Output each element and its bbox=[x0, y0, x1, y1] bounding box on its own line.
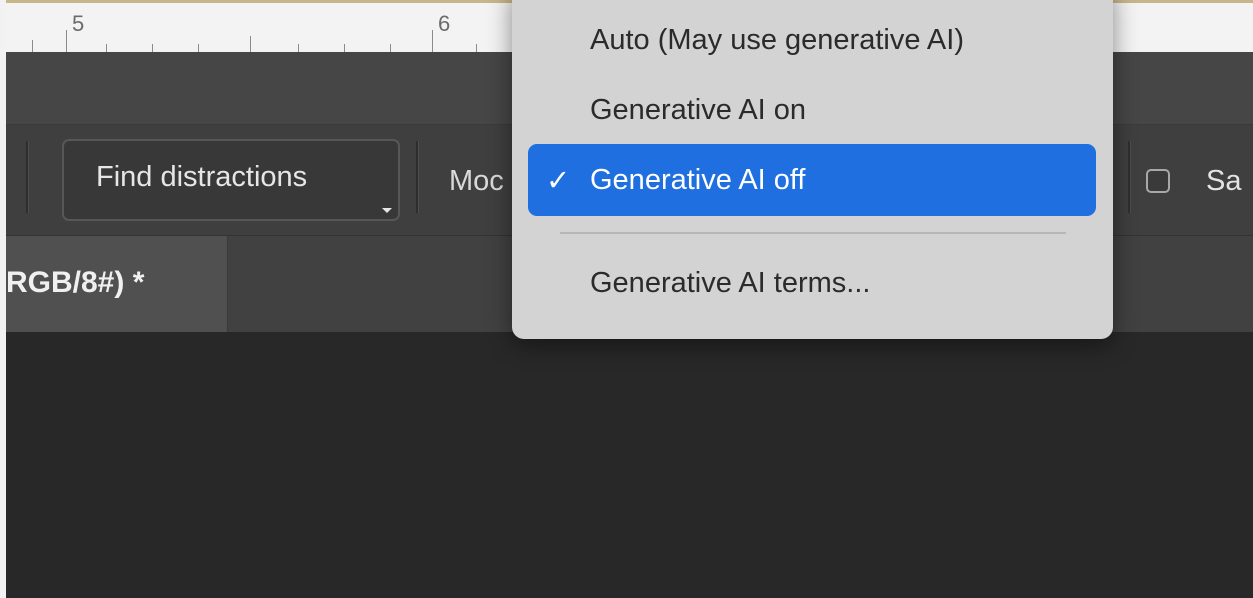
ruler-tick bbox=[32, 40, 33, 52]
ruler-tick bbox=[344, 44, 345, 52]
menu-item-label: Generative AI on bbox=[590, 94, 807, 126]
checkmark-icon: ✓ bbox=[546, 165, 571, 197]
menu-item-generative-ai-off[interactable]: ✓ Generative AI off bbox=[528, 144, 1096, 216]
find-distractions-button[interactable]: Find distractions bbox=[62, 139, 400, 221]
ruler-tick bbox=[390, 44, 391, 52]
options-separator bbox=[416, 141, 419, 213]
document-tab-title: RGB/8#) * bbox=[6, 266, 145, 299]
menu-item-label: Auto (May use generative AI) bbox=[590, 24, 964, 56]
menu-item-generative-ai-terms[interactable]: Generative AI terms... bbox=[528, 247, 1096, 319]
sample-all-layers-checkbox[interactable] bbox=[1146, 169, 1170, 193]
menu-item-auto[interactable]: Auto (May use generative AI) bbox=[528, 4, 1096, 76]
window-edge bbox=[0, 0, 6, 598]
menu-item-label: Generative AI off bbox=[590, 164, 806, 196]
ruler-tick bbox=[432, 30, 433, 52]
ruler-tick bbox=[106, 44, 107, 52]
document-tab[interactable]: RGB/8#) * bbox=[6, 236, 228, 332]
options-separator bbox=[1128, 141, 1131, 213]
ruler-mark-6: 6 bbox=[438, 11, 451, 36]
ruler-tick bbox=[298, 44, 299, 52]
photoshop-window: 5 6 Find distractions Moc Sa RGB/8#) * A… bbox=[0, 0, 1253, 598]
ruler-tick bbox=[250, 36, 251, 52]
mode-label: Moc bbox=[449, 165, 504, 197]
ruler-mark-5: 5 bbox=[72, 11, 85, 36]
dropdown-arrow-icon bbox=[382, 208, 392, 213]
find-distractions-label: Find distractions bbox=[96, 161, 308, 193]
checkbox-label: Sa bbox=[1206, 165, 1242, 197]
mode-dropdown-menu: Auto (May use generative AI) Generative … bbox=[512, 0, 1113, 339]
menu-item-label: Generative AI terms... bbox=[590, 267, 871, 299]
ruler-tick bbox=[66, 30, 67, 52]
menu-separator bbox=[560, 232, 1066, 234]
options-separator bbox=[26, 141, 29, 213]
ruler-tick bbox=[476, 44, 477, 52]
ruler-tick bbox=[152, 44, 153, 52]
menu-item-generative-ai-on[interactable]: Generative AI on bbox=[528, 74, 1096, 146]
canvas-area[interactable] bbox=[6, 332, 1253, 598]
ruler-tick bbox=[198, 44, 199, 52]
